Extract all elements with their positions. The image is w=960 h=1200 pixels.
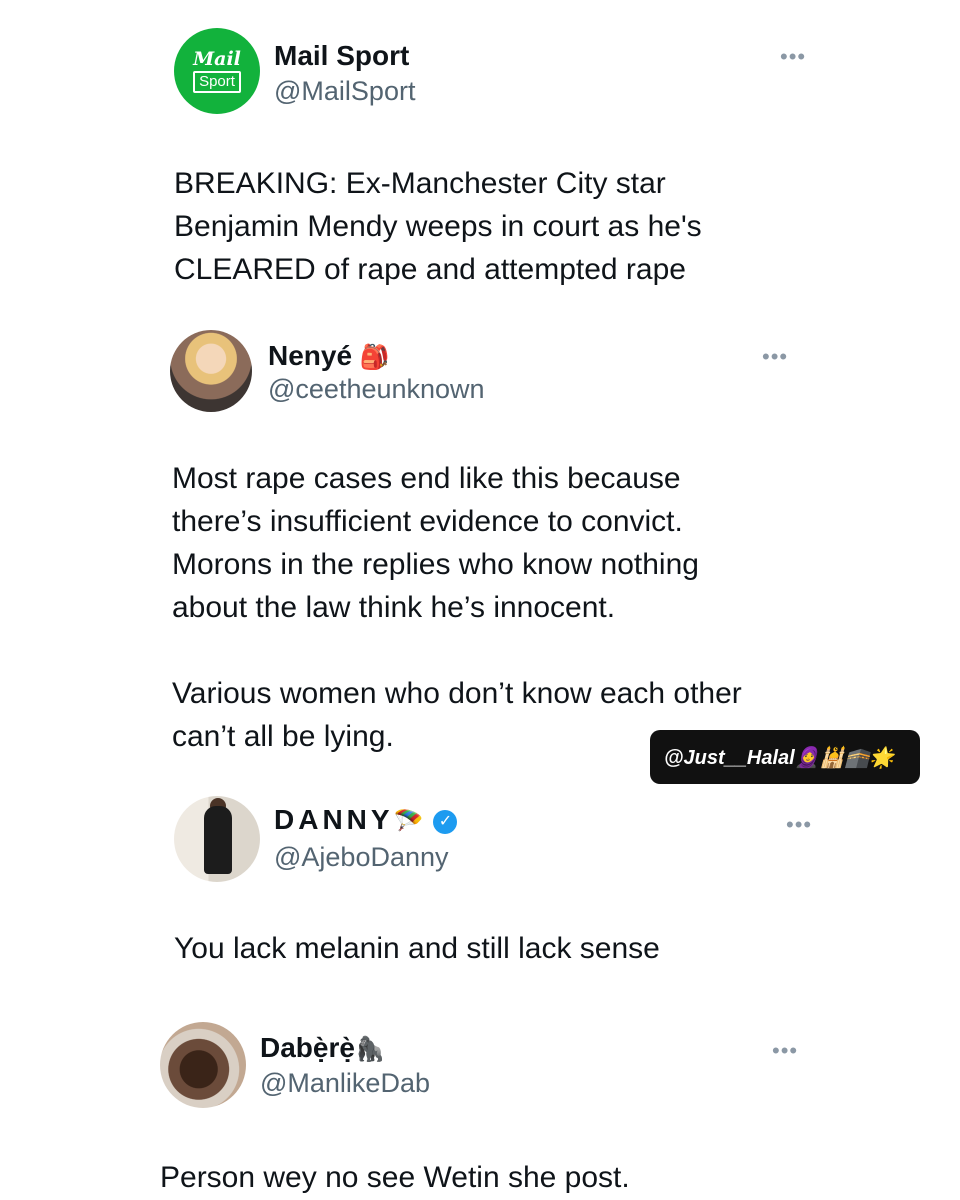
danny-avatar[interactable] bbox=[174, 796, 260, 882]
author-name[interactable]: Nenyé 🎒 bbox=[268, 340, 390, 372]
tweet-text: You lack melanin and still lack sense bbox=[174, 932, 660, 965]
author-name[interactable]: DANNY🪂 ✓ bbox=[274, 804, 458, 836]
nenye-avatar[interactable] bbox=[170, 330, 252, 412]
mailsport-logo-subtext: Sport bbox=[193, 71, 241, 93]
mailsport-logo-text: Mail bbox=[193, 48, 241, 70]
author-name[interactable]: Dabẹ̀rẹ̀🦍 bbox=[260, 1032, 385, 1064]
more-options-icon[interactable]: ••• bbox=[780, 44, 806, 70]
author-handle[interactable]: @MailSport bbox=[274, 76, 415, 107]
more-options-icon[interactable]: ••• bbox=[786, 812, 812, 838]
backpack-icon: 🎒 bbox=[359, 344, 390, 372]
verified-badge-icon: ✓ bbox=[433, 809, 458, 834]
more-options-icon[interactable]: ••• bbox=[762, 344, 788, 370]
author-name-text: Nenyé bbox=[268, 340, 353, 371]
author-name-text: DANNY bbox=[274, 804, 394, 835]
tweet-dabere[interactable]: Dabẹ̀rẹ̀🦍 @ManlikeDab ••• Person wey no … bbox=[0, 1018, 960, 1200]
author-name-text: Dabẹ̀rẹ̀ bbox=[260, 1032, 355, 1063]
tweet-text: Most rape cases end like this because th… bbox=[172, 462, 742, 753]
parachute-icon: 🪂 bbox=[393, 808, 428, 836]
avatar-figure-body bbox=[204, 806, 232, 874]
author-handle[interactable]: @ManlikeDab bbox=[260, 1068, 430, 1099]
author-handle[interactable]: @ceetheunknown bbox=[268, 374, 485, 405]
author-name[interactable]: Mail Sport bbox=[274, 40, 409, 72]
tweet-mailsport[interactable]: Mail Sport Mail Sport @MailSport ••• BRE… bbox=[0, 0, 960, 300]
gorilla-icon: 🦍 bbox=[354, 1036, 385, 1064]
mailsport-avatar[interactable]: Mail Sport bbox=[174, 28, 260, 114]
watermark-badge: @Just__Halal🧕🕌🕋🌟 bbox=[650, 730, 920, 784]
tweet-text: BREAKING: Ex-Manchester City star Benjam… bbox=[174, 167, 702, 286]
dabere-avatar[interactable] bbox=[160, 1022, 246, 1108]
tweet-nenye[interactable]: Nenyé 🎒 @ceetheunknown ••• Most rape cas… bbox=[0, 320, 960, 760]
author-handle[interactable]: @AjeboDanny bbox=[274, 842, 449, 873]
more-options-icon[interactable]: ••• bbox=[772, 1038, 798, 1064]
tweet-text: Person wey no see Wetin she post. bbox=[160, 1161, 630, 1194]
tweet-danny[interactable]: DANNY🪂 ✓ @AjeboDanny ••• You lack melanin… bbox=[0, 790, 960, 990]
